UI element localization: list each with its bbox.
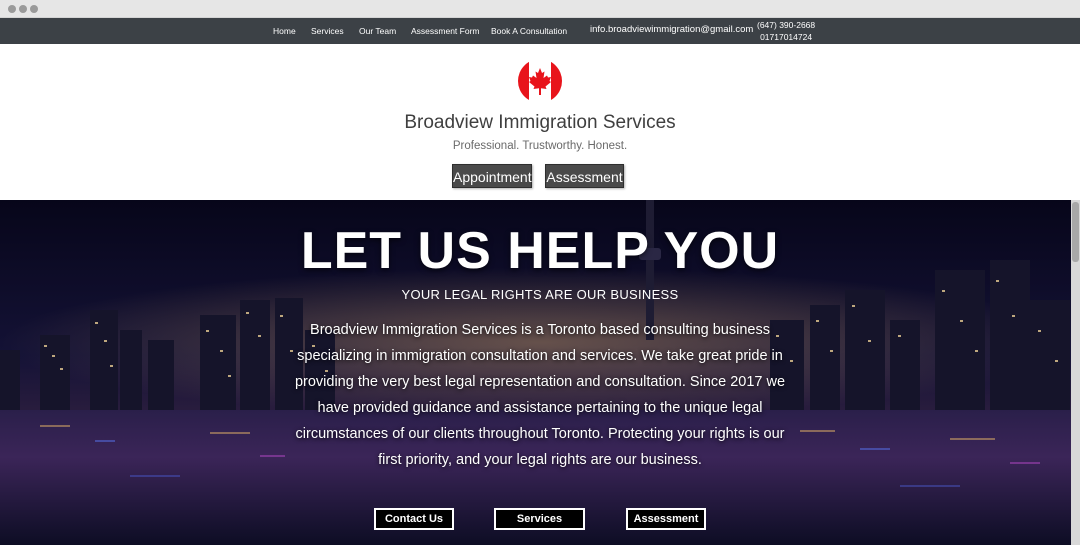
nav-link-our-team[interactable]: Our Team <box>359 18 396 44</box>
site-title: Broadview Immigration Services <box>404 112 676 133</box>
hero-description: Broadview Immigration Services is a Toro… <box>294 322 786 468</box>
window-dot-icon[interactable] <box>30 5 38 13</box>
contact-email[interactable]: info.broadviewimmigration@gmail.com <box>590 18 753 44</box>
site-header: Broadview Immigration Services Professio… <box>0 44 1080 200</box>
browser-chrome <box>0 0 1080 18</box>
phone-line-1[interactable]: (647) 390-2668 <box>757 19 815 31</box>
nav-link-services[interactable]: Services <box>311 18 344 44</box>
window-dot-icon[interactable] <box>8 5 16 13</box>
hero-title: LET US HELP YOU <box>300 222 780 280</box>
services-button[interactable]: Services <box>494 508 585 530</box>
nav-link-book-consultation[interactable]: Book A Consultation <box>491 18 567 44</box>
scrollbar-thumb[interactable] <box>1072 202 1079 262</box>
top-navbar: Home Services Our Team Assessment Form B… <box>0 18 1080 44</box>
assessment-button[interactable]: Assessment <box>545 164 624 188</box>
hero-assessment-button[interactable]: Assessment <box>626 508 706 530</box>
contact-phone: (647) 390-2668 01717014724 <box>757 19 815 43</box>
window-dot-icon[interactable] <box>19 5 27 13</box>
nav-link-home[interactable]: Home <box>273 18 296 44</box>
canada-flag-icon[interactable] <box>518 59 562 103</box>
page-scrollbar[interactable] <box>1071 200 1080 545</box>
contact-us-button[interactable]: Contact Us <box>374 508 454 530</box>
nav-link-assessment-form[interactable]: Assessment Form <box>411 18 480 44</box>
appointment-button[interactable]: Appointment <box>452 164 532 188</box>
site-tagline: Professional. Trustworthy. Honest. <box>452 140 628 152</box>
hero-section: LET US HELP YOU YOUR LEGAL RIGHTS ARE OU… <box>0 200 1080 545</box>
phone-line-2[interactable]: 01717014724 <box>757 31 815 43</box>
hero-subtitle: YOUR LEGAL RIGHTS ARE OUR BUSINESS <box>401 287 679 302</box>
